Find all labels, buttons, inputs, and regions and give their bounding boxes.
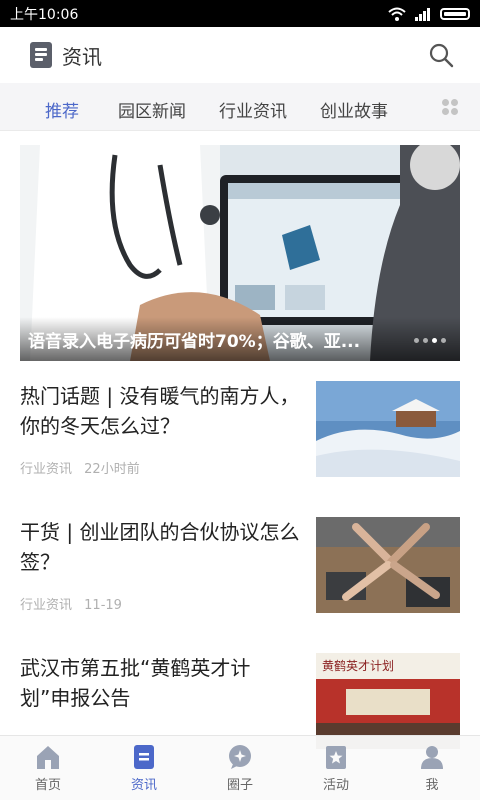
nav-home[interactable]: 首页 <box>0 736 96 800</box>
profile-icon <box>421 745 443 769</box>
nav-label: 首页 <box>34 777 61 793</box>
nav-label: 我 <box>425 777 439 793</box>
banner-title: 语音录入电子病历可省时70%；谷歌、亚... <box>28 331 361 352</box>
news-icon <box>134 744 154 769</box>
tab-park-news[interactable]: 园区新闻 <box>118 97 186 122</box>
article-meta: 行业资讯 22小时前 <box>20 458 140 477</box>
tab-recommended[interactable]: 推荐 <box>45 97 79 122</box>
wifi-icon <box>388 7 406 21</box>
nav-circle[interactable]: 圈子 <box>192 736 288 800</box>
search-icon[interactable] <box>428 42 454 68</box>
nav-profile[interactable]: 我 <box>384 736 480 800</box>
carousel-dot[interactable] <box>414 338 419 343</box>
featured-banner[interactable]: 语音录入电子病历可省时70%；谷歌、亚... <box>20 145 460 361</box>
signal-icon <box>415 7 430 21</box>
article-category: 行业资讯 <box>20 598 73 613</box>
article-time: 11-19 <box>84 598 122 613</box>
home-icon <box>37 745 59 769</box>
nav-activity[interactable]: 活动 <box>288 736 384 800</box>
status-time: 上午10:06 <box>10 6 79 23</box>
carousel-dot[interactable] <box>441 338 446 343</box>
app-header: 资讯 <box>0 27 480 83</box>
article-thumbnail <box>316 381 460 477</box>
article-title: 武汉市第五批“黄鹤英才计划”申报公告 <box>20 656 251 710</box>
carousel-indicator <box>414 338 446 343</box>
article-title: 热门话题 | 没有暖气的南方人，你的冬天怎么过？ <box>20 384 300 438</box>
bottom-nav: 首页 资讯 圈子 活动 我 <box>0 735 480 800</box>
status-bar: 上午10:06 <box>0 0 480 27</box>
nav-label: 活动 <box>322 777 349 793</box>
document-icon <box>30 42 52 68</box>
article-meta: 行业资讯 11-19 <box>20 594 122 613</box>
nav-news[interactable]: 资讯 <box>96 736 192 800</box>
article-time: 22小时前 <box>84 462 140 477</box>
nav-label: 资讯 <box>130 777 157 793</box>
category-tabs: 推荐 园区新闻 行业资讯 创业故事 <box>0 83 480 131</box>
article-item[interactable]: 干货 | 创业团队的合伙协议怎么签？ 行业资讯 11-19 <box>20 517 460 613</box>
article-thumbnail <box>316 517 460 613</box>
article-item[interactable]: 热门话题 | 没有暖气的南方人，你的冬天怎么过？ 行业资讯 22小时前 <box>20 381 460 477</box>
battery-icon <box>440 7 470 20</box>
carousel-dot[interactable] <box>423 338 428 343</box>
article-category: 行业资讯 <box>20 462 73 477</box>
banner-caption: 语音录入电子病历可省时70%；谷歌、亚... <box>20 317 460 361</box>
tab-industry-news[interactable]: 行业资讯 <box>219 97 287 122</box>
header-left: 资讯 <box>30 41 102 70</box>
status-icons <box>388 7 470 21</box>
article-title: 干货 | 创业团队的合伙协议怎么签？ <box>20 520 300 574</box>
circle-icon <box>229 744 251 769</box>
nav-label: 圈子 <box>226 777 253 793</box>
grid-icon[interactable] <box>442 99 458 115</box>
tab-startup-stories[interactable]: 创业故事 <box>320 97 388 122</box>
page-title: 资讯 <box>62 44 102 69</box>
carousel-dot-active[interactable] <box>432 338 437 343</box>
activity-icon <box>326 745 346 769</box>
